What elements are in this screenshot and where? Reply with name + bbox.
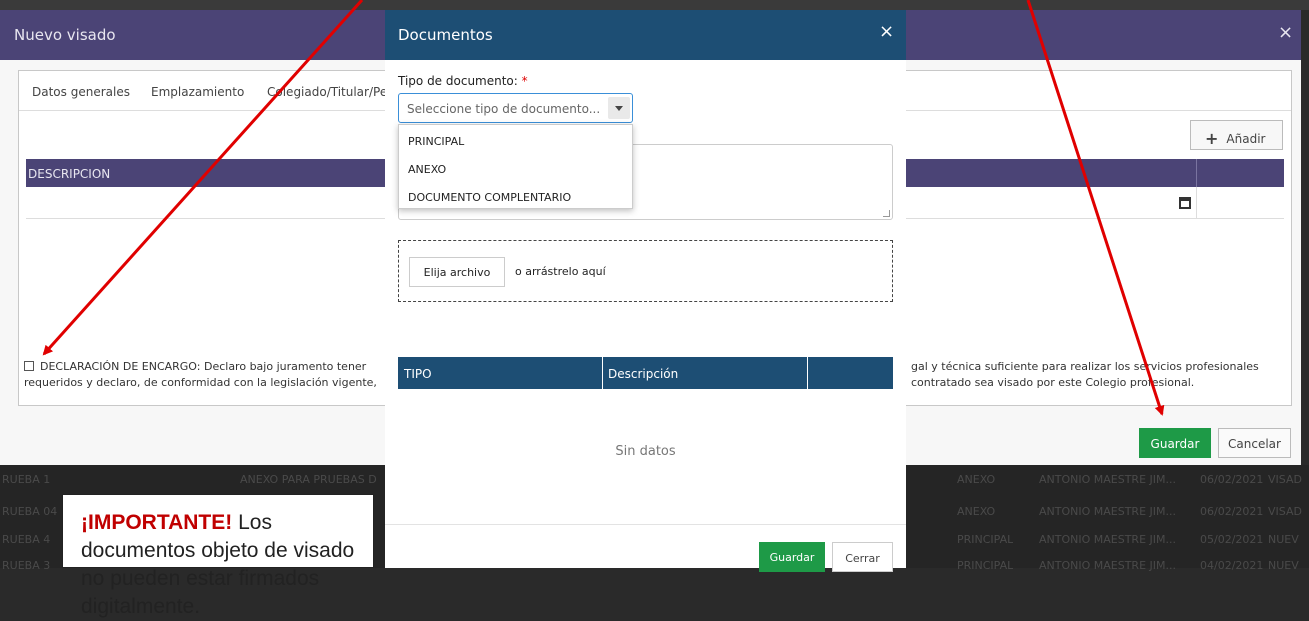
declaration-checkbox[interactable] bbox=[24, 361, 34, 371]
row-status: VISAD bbox=[1268, 473, 1302, 486]
modal-title: Documentos bbox=[398, 26, 493, 44]
row-status: VISAD bbox=[1268, 505, 1302, 518]
row-author: ANTONIO MAESTRE JIM... bbox=[1039, 533, 1176, 546]
dialog-title: Nuevo visado bbox=[14, 26, 116, 44]
column-header-descripcion: Descripción bbox=[608, 367, 679, 381]
row-type: ANEXO bbox=[957, 473, 996, 486]
doc-type-label: Tipo de documento: * bbox=[398, 74, 528, 88]
row-status: NUEV bbox=[1268, 559, 1299, 572]
row-author: ANTONIO MAESTRE JIM... bbox=[1039, 559, 1176, 572]
row-type: PRINCIPAL bbox=[957, 533, 1014, 546]
row-code: RUEBA 1 bbox=[2, 473, 51, 486]
row-code: RUEBA 3 bbox=[2, 559, 51, 572]
save-button[interactable]: Guardar bbox=[1139, 428, 1211, 458]
add-button-label: Añadir bbox=[1226, 132, 1266, 146]
row-author: ANTONIO MAESTRE JIM... bbox=[1039, 505, 1176, 518]
column-divider bbox=[1196, 159, 1197, 187]
documentos-modal: Documentos × Tipo de documento: * Selecc… bbox=[385, 10, 906, 572]
cancel-button[interactable]: Cancelar bbox=[1218, 428, 1291, 458]
declaration-line1: DECLARACIÓN DE ENCARGO: Declaro bajo jur… bbox=[40, 360, 367, 373]
tab-emplazamiento[interactable]: Emplazamiento bbox=[151, 85, 244, 99]
row-author: ANTONIO MAESTRE JIM... bbox=[1039, 473, 1176, 486]
row-type: ANEXO bbox=[957, 505, 996, 518]
row-type: PRINCIPAL bbox=[957, 559, 1014, 572]
background-strip bbox=[0, 0, 1309, 10]
option-principal[interactable]: PRINCIPAL bbox=[408, 135, 464, 148]
modal-footer-divider bbox=[385, 524, 906, 525]
tab-colegiado[interactable]: Colegiado/Titular/Pet bbox=[267, 85, 392, 99]
calendar-icon[interactable] bbox=[1179, 197, 1191, 209]
doc-type-dropdown: PRINCIPAL ANEXO DOCUMENTO COMPLENTARIO bbox=[398, 124, 633, 209]
declaration-line1-right: gal y técnica suficiente para realizar l… bbox=[911, 360, 1259, 373]
required-mark: * bbox=[521, 74, 528, 88]
row-code: RUEBA 4 bbox=[2, 533, 51, 546]
notice-important: ¡IMPORTANTE! bbox=[81, 511, 233, 534]
tab-datos-generales[interactable]: Datos generales bbox=[32, 85, 130, 99]
close-icon[interactable]: × bbox=[1278, 22, 1293, 43]
row-date: 04/02/2021 bbox=[1200, 559, 1264, 572]
column-header-descripcion: DESCRIPCION bbox=[28, 167, 111, 181]
select-placeholder: Seleccione tipo de documento... bbox=[407, 102, 601, 116]
file-dropzone[interactable]: Elija archivo o arrástrelo aquí bbox=[398, 240, 893, 302]
row-date: 05/02/2021 bbox=[1200, 533, 1264, 546]
option-anexo[interactable]: ANEXO bbox=[408, 163, 446, 176]
option-documento-complentario[interactable]: DOCUMENTO COMPLENTARIO bbox=[408, 191, 571, 204]
choose-file-button[interactable]: Elija archivo bbox=[409, 257, 505, 287]
column-divider bbox=[602, 357, 603, 389]
row-description: ANEXO PARA PRUEBAS D bbox=[240, 473, 377, 486]
modal-table-header: TIPO Descripción bbox=[398, 357, 893, 389]
empty-state: Sin datos bbox=[615, 444, 676, 459]
add-button[interactable]: + Añadir bbox=[1190, 120, 1283, 150]
drop-hint: o arrástrelo aquí bbox=[515, 265, 606, 278]
important-notice: ¡IMPORTANTE! Los documentos objeto de vi… bbox=[62, 494, 374, 618]
row-code: RUEBA 04 bbox=[2, 505, 58, 518]
doc-type-label-text: Tipo de documento: bbox=[398, 74, 518, 88]
doc-type-select[interactable]: Seleccione tipo de documento... bbox=[398, 93, 633, 123]
resize-grip[interactable] bbox=[883, 210, 890, 217]
declaration-line2-right: contratado sea visado por este Colegio p… bbox=[911, 376, 1195, 389]
close-icon[interactable]: × bbox=[879, 21, 894, 42]
row-date: 06/02/2021 bbox=[1200, 473, 1264, 486]
row-date: 06/02/2021 bbox=[1200, 505, 1264, 518]
column-divider bbox=[807, 357, 808, 389]
row-status: NUEV bbox=[1268, 533, 1299, 546]
column-divider bbox=[1196, 187, 1197, 218]
column-header-tipo: TIPO bbox=[404, 367, 432, 381]
modal-header: Documentos × bbox=[385, 10, 906, 60]
chevron-down-icon[interactable] bbox=[608, 97, 630, 119]
plus-icon: + bbox=[1205, 129, 1219, 148]
